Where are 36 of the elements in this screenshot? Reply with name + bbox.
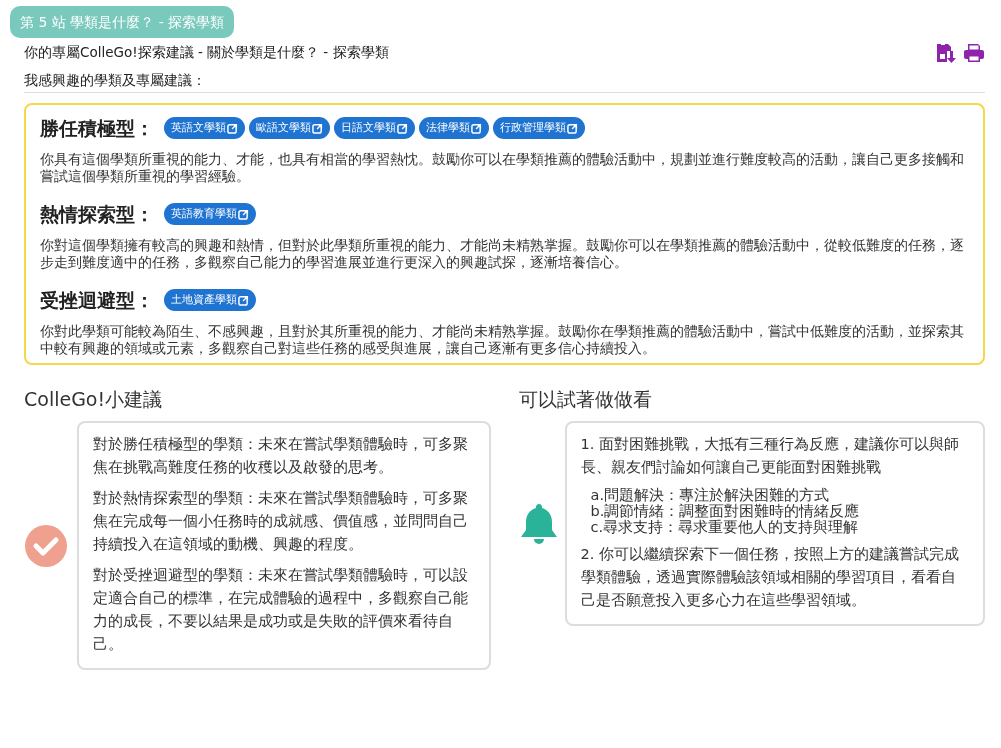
section-label: 我感興趣的學類及專屬建議： [24,72,985,93]
group-description: 你具有這個學類所重視的能力、才能，也具有相當的學習熱忱。鼓勵你可以在學類推薦的體驗活動中，規劃並進行難度較高的活動，讓自己更多接觸和嘗試這個學類所重視的學習經驗。 [40,151,965,185]
external-link-icon [312,122,323,134]
bell-icon [518,501,559,546]
save-download-icon[interactable] [935,42,957,64]
group-title: 受挫迴避型： [40,288,154,313]
major-link[interactable]: 英語文學類 [164,117,245,139]
group-title: 勝任積極型： [40,116,154,141]
print-icon[interactable] [963,42,985,64]
strategy-item: c.尋求支持：尋求重要他人的支持與理解 [590,519,860,535]
tip-paragraph: 對於勝任積極型的學類：未來在嘗試學類體驗時，可多聚焦在挑戰高難度任務的收穫以及啟發的思考。 [93,435,469,477]
external-link-icon [397,122,408,134]
try-heading: 可以試著做做看 [518,387,653,411]
external-link-icon [238,294,249,306]
external-link-icon [238,208,249,220]
external-link-icon [471,122,482,134]
strategy-item: a.問題解決：專注於解決困難的方式 [590,487,830,503]
tip-paragraph: 對於熱情探索型的學類：未來在嘗試學類體驗時，可多聚焦在完成每一個小任務時的成就感、價值感，並問問自己持續投入在這領域的動機、興趣的程度。 [93,489,469,554]
major-link[interactable]: 歐語文學類 [249,117,330,139]
strategy-item: b.調節情緒：調整面對困難時的情緒反應 [590,503,861,519]
tip-paragraph: 對於受挫迴避型的學類：未來在嘗試學類體驗時，可以設定適合自己的標準，在完成體驗的過程中，多觀察自己能力的成長，不要以結果是成功或是失敗的評價來看待自己。 [93,566,469,654]
external-link-icon [227,122,238,134]
major-link[interactable]: 英語教育學類 [164,203,256,225]
group-description: 你對這個學類擁有較高的興趣和熱情，但對於此學類所重視的能力、才能尚未精熟掌握。鼓勵你可以在學類推薦的體驗活動中，從較低難度的任務，逐步走到難度適中的任務，多觀察自己能力的學習進展並進行更深入的興趣試探，逐漸培養信心。 [40,237,965,271]
group-title: 熱情探索型： [40,202,154,227]
suggestion-paragraph: 2. 你可以繼續探索下一個任務，按照上方的建議嘗試完成學類體驗，透過實際體驗該領域相關的學習項目，看看自己是否願意投入更多心力在這些學習領域。 [580,545,960,610]
tips-heading: ColleGo!小建議 [24,387,164,411]
major-link[interactable]: 行政管理學類 [493,117,585,139]
major-link[interactable]: 土地資產學類 [164,289,256,311]
group-description: 你對此學類可能較為陌生、不感興趣，且對於其所重視的能力、才能尚未精熟掌握。鼓勵你在學類推薦的體驗活動中，嘗試中低難度的活動，並探索其中較有興趣的領域或元素，多觀察自己對這些任務的感受與進展，讓自己逐漸有更多信心持續投入。 [40,323,965,357]
external-link-icon [567,122,578,134]
station-tag: 第 5 站 學類是什麼？ - 探索學類 [10,6,235,38]
major-link[interactable]: 法律學類 [419,117,489,139]
check-circle-icon [24,523,68,568]
major-link[interactable]: 日語文學類 [334,117,415,139]
subtitle: 你的專屬ColleGo!探索建議 - 關於學類是什麼？ - 探索學類 [24,44,390,62]
